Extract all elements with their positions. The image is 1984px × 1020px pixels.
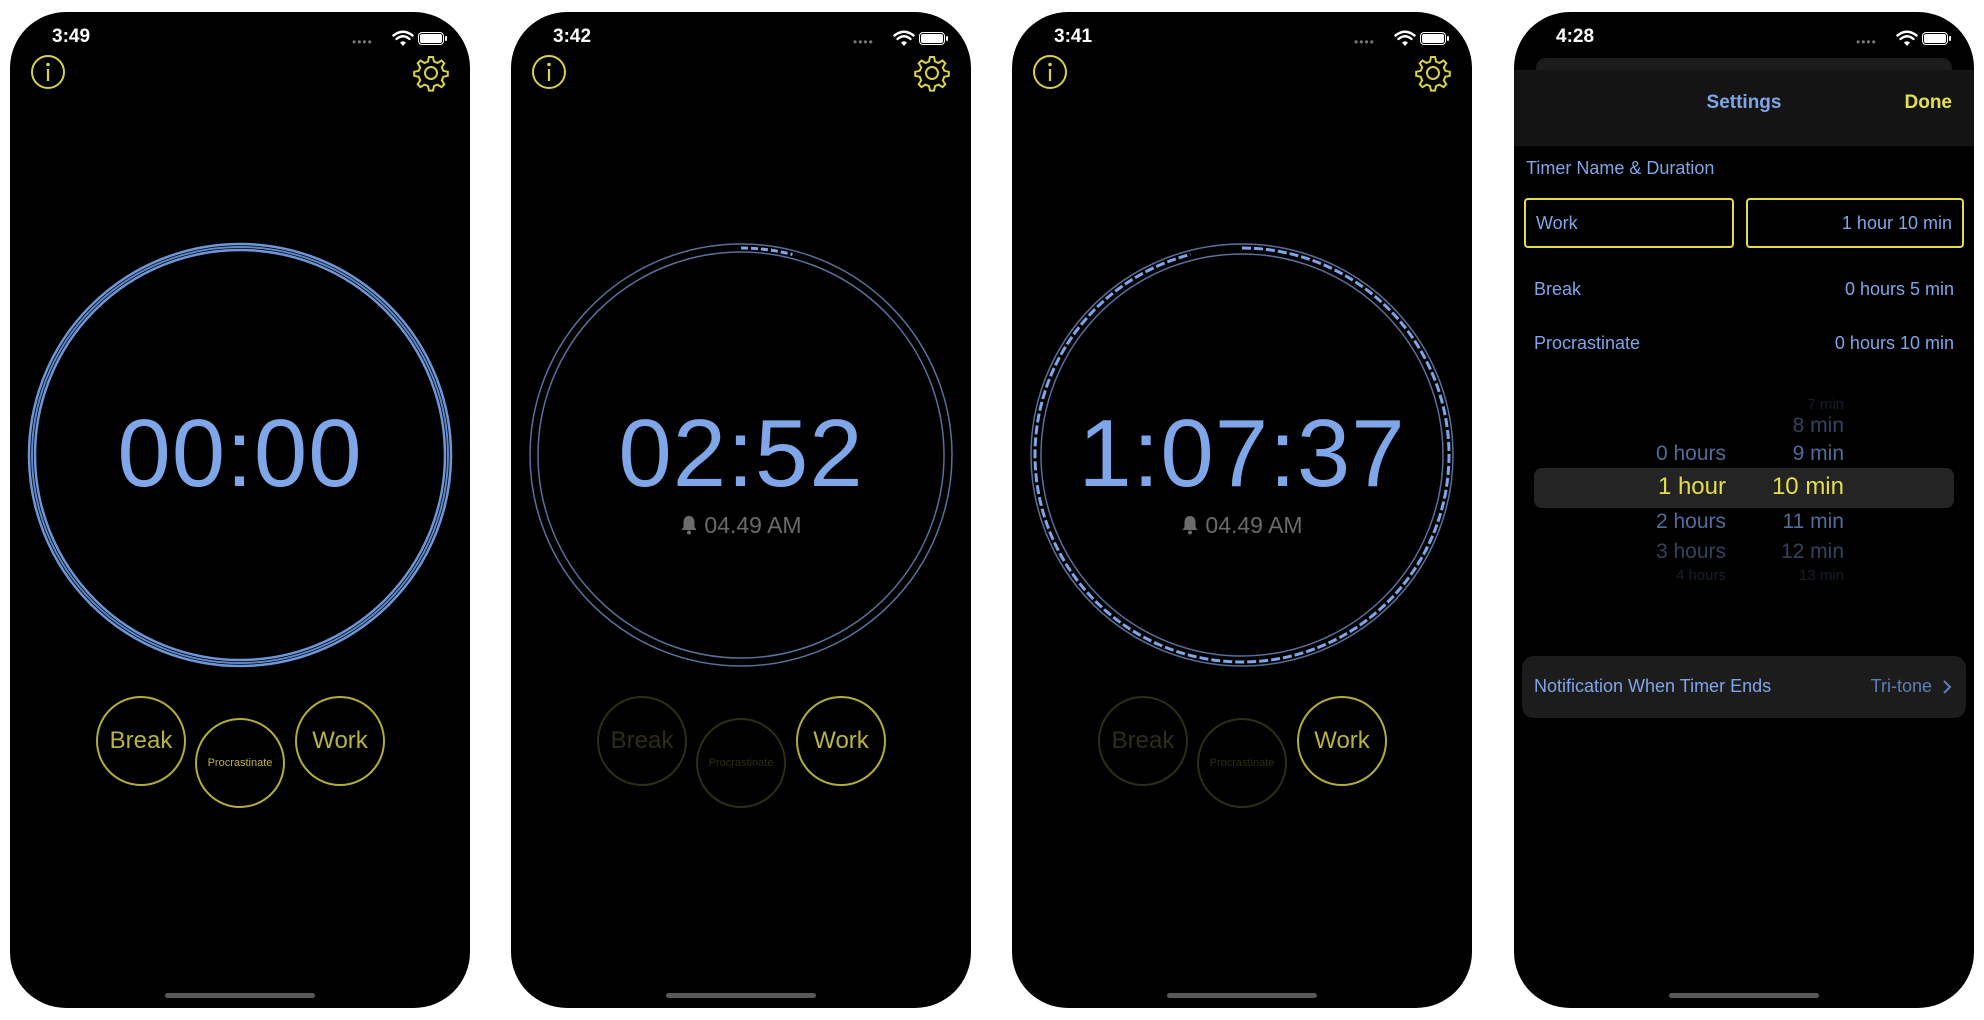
status-bar: 4:28 •••• (1514, 12, 1974, 62)
picker-hours-option[interactable]: 4 hours (1676, 567, 1726, 584)
battery-icon (418, 32, 447, 45)
timer-duration-field[interactable]: 1 hour 10 min (1746, 198, 1964, 248)
notification-label: Notification When Timer Ends (1534, 676, 1772, 696)
picker-hours-option[interactable]: 0 hours (1656, 442, 1726, 466)
navigation-bar: Settings Done (1514, 70, 1974, 146)
work-button[interactable]: Work (295, 696, 385, 786)
status-time: 4:28 (1556, 26, 1595, 47)
alarm-time-label: 04.49 AM (704, 512, 802, 538)
info-icon[interactable] (1032, 54, 1068, 90)
timer-display: 1:07:37 (1078, 400, 1406, 507)
break-button[interactable]: Break (597, 696, 687, 786)
status-time: 3:49 (52, 26, 91, 47)
notification-sound-row[interactable]: Notification When Timer Ends Tri-tone (1522, 656, 1966, 718)
gear-icon[interactable] (412, 54, 450, 92)
timer-row-procrastinate[interactable]: Procrastinate 0 hours 10 min (1534, 328, 1954, 358)
wifi-icon (1394, 30, 1416, 46)
picker-hours-selected[interactable]: 1 hour (1658, 473, 1726, 501)
home-indicator (165, 993, 315, 998)
picker-hours-option[interactable]: 2 hours (1656, 510, 1726, 534)
notification-value: Tri-tone (1870, 676, 1932, 696)
info-icon[interactable] (30, 54, 66, 90)
timer-display: 00:00 (117, 400, 363, 507)
work-button[interactable]: Work (1297, 696, 1387, 786)
status-time: 3:42 (553, 26, 592, 47)
cellular-signal-icon: •••• (1856, 35, 1877, 49)
picker-minutes-option[interactable]: 7 min (1807, 396, 1844, 413)
work-button[interactable]: Work (796, 696, 886, 786)
alarm-time: 04.49 AM (1012, 512, 1472, 539)
status-bar: 3:42 •••• (511, 12, 971, 62)
picker-selection-highlight (1534, 468, 1954, 508)
battery-icon (1420, 32, 1449, 45)
cellular-signal-icon: •••• (1354, 35, 1375, 49)
status-indicators: •••• (1354, 30, 1449, 50)
break-button[interactable]: Break (1098, 696, 1188, 786)
picker-minutes-selected[interactable]: 10 min (1772, 473, 1844, 501)
procrastinate-button[interactable]: Procrastinate (696, 718, 786, 808)
timer-screen-idle: 3:49 •••• 00:00 Break Procrastinate Work (10, 12, 470, 1008)
info-icon[interactable] (531, 54, 567, 90)
timer-display: 02:52 (618, 400, 864, 507)
battery-icon (1922, 32, 1951, 45)
status-bar: 3:41 •••• (1012, 12, 1472, 62)
section-header: Timer Name & Duration (1526, 158, 1715, 178)
wifi-icon (893, 30, 915, 46)
home-indicator (1167, 993, 1317, 998)
procrastinate-button[interactable]: Procrastinate (195, 718, 285, 808)
home-indicator (666, 993, 816, 998)
timer-row-name: Break (1534, 279, 1582, 299)
picker-minutes-option[interactable]: 13 min (1799, 567, 1844, 584)
home-indicator (1669, 993, 1819, 998)
wifi-icon (392, 30, 414, 46)
timer-screen-running-short: 3:42 •••• 02:52 04.49 AM Break Procrasti… (511, 12, 971, 1008)
status-indicators: •••• (853, 30, 948, 50)
alarm-time-label: 04.49 AM (1205, 512, 1303, 538)
timer-row-duration: 0 hours 10 min (1834, 333, 1954, 353)
picker-minutes-option[interactable]: 8 min (1793, 414, 1844, 438)
status-indicators: •••• (352, 30, 447, 50)
chevron-right-icon (1943, 680, 1952, 694)
timer-name-field[interactable]: Work (1524, 198, 1734, 248)
duration-picker[interactable]: 0 hours 1 hour 2 hours 3 hours 4 hours 7… (1514, 392, 1974, 592)
picker-minutes-option[interactable]: 11 min (1783, 510, 1844, 534)
gear-icon[interactable] (1414, 54, 1452, 92)
gear-icon[interactable] (913, 54, 951, 92)
timer-row-name: Procrastinate (1534, 333, 1641, 353)
cellular-signal-icon: •••• (853, 35, 874, 49)
battery-icon (919, 32, 948, 45)
cellular-signal-icon: •••• (352, 35, 373, 49)
status-indicators: •••• (1856, 30, 1951, 50)
bell-icon (1182, 516, 1198, 535)
settings-screen: 4:28 •••• Settings Done Timer Name & Dur… (1514, 12, 1974, 1008)
wifi-icon (1896, 30, 1918, 46)
status-time: 3:41 (1054, 26, 1093, 47)
alarm-time: 04.49 AM (511, 512, 971, 539)
procrastinate-button[interactable]: Procrastinate (1197, 718, 1287, 808)
picker-minutes-option[interactable]: 9 min (1793, 442, 1844, 466)
timer-row-break[interactable]: Break 0 hours 5 min (1534, 274, 1954, 304)
bell-icon (681, 516, 697, 535)
status-bar: 3:49 •••• (10, 12, 470, 62)
break-button[interactable]: Break (96, 696, 186, 786)
picker-minutes-option[interactable]: 12 min (1781, 540, 1844, 564)
done-button[interactable]: Done (1905, 92, 1953, 114)
timer-row-duration: 0 hours 5 min (1844, 279, 1954, 299)
picker-hours-option[interactable]: 3 hours (1656, 540, 1726, 564)
timer-screen-running-long: 3:41 •••• 1:07:37 04.49 AM Break Procras… (1012, 12, 1472, 1008)
